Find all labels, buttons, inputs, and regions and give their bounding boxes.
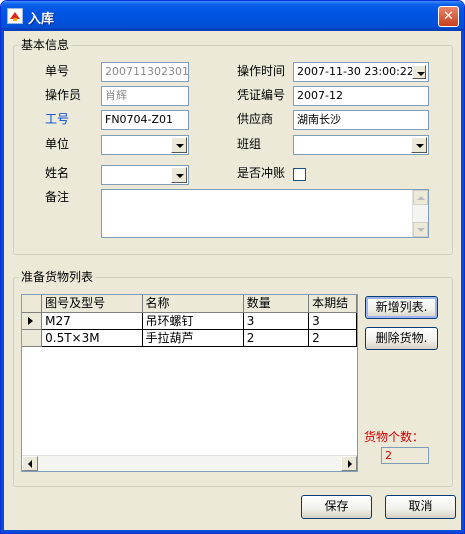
arrow-right-icon [348,460,352,468]
table-cell[interactable]: 手拉葫芦 [142,329,244,347]
stock-in-window: 入库 ✕ 基本信息 单号 2007113023019 操作员 肖辉 工号 FN0… [0,0,465,534]
goods-grid-hscrollbar[interactable] [22,455,357,471]
remark-scrollbar[interactable] [412,190,428,237]
operator-label: 操作员 [45,88,82,102]
table-row[interactable]: 0.5T×3M 手拉葫芦 2 2 [22,329,357,347]
scroll-left-button[interactable] [22,456,38,471]
op-time-picker[interactable]: 2007-11-30 23:00:22 [293,62,429,82]
team-dropdown[interactable] [293,135,429,155]
basic-info-title: 基本信息 [19,38,72,52]
table-cell[interactable]: 0.5T×3M [41,329,143,347]
employee-no-label: 工号 [45,112,70,126]
column-header[interactable]: 图号及型号 [41,295,143,313]
arrow-down-icon [417,228,425,232]
close-button[interactable]: ✕ [438,6,459,27]
scroll-right-button[interactable] [341,456,357,471]
team-label: 班组 [237,137,262,151]
voucher-no-label: 凭证编号 [237,88,286,102]
reversal-label: 是否冲账 [237,166,286,180]
voucher-no-field[interactable]: 2007-12 [293,86,429,106]
cancel-button[interactable]: 取消 [385,495,456,519]
table-cell[interactable]: 2 [243,329,310,347]
table-cell[interactable]: 2 [308,329,357,347]
add-list-button[interactable]: 新增列表. [365,296,438,319]
remark-label: 备注 [45,190,70,204]
row-indicator[interactable] [22,312,43,330]
column-header[interactable]: 名称 [142,295,244,313]
name-label: 姓名 [45,166,70,180]
chevron-down-icon[interactable] [411,137,427,153]
window-title: 入库 [28,12,55,27]
reversal-checkbox[interactable] [293,168,306,181]
scroll-up-button[interactable] [413,190,428,205]
title-bar[interactable]: 入库 ✕ [1,1,464,31]
chevron-down-icon[interactable] [171,167,187,183]
scroll-down-button[interactable] [413,222,428,237]
table-row[interactable]: M27 吊环螺钉 3 3 [22,312,357,330]
goods-table: 图号及型号 名称 数量 本期结 M27 吊环螺钉 3 3 0.5T×3M 手拉葫… [22,295,357,347]
table-cell[interactable]: 3 [243,312,310,330]
goods-count-label: 货物个数： [364,430,425,444]
chevron-down-icon[interactable] [171,137,187,153]
window-frame-bottom [1,530,464,533]
app-icon [7,8,23,24]
unit-dropdown[interactable] [101,135,189,155]
name-dropdown[interactable] [101,165,189,185]
op-time-label: 操作时间 [237,64,286,78]
arrow-left-icon [28,460,32,468]
goods-grid[interactable]: 图号及型号 名称 数量 本期结 M27 吊环螺钉 3 3 0.5T×3M 手拉葫… [21,294,358,472]
goods-count-value: 2 [381,447,429,464]
chevron-down-icon[interactable] [412,65,426,79]
supplier-label: 供应商 [237,112,274,126]
table-header-row: 图号及型号 名称 数量 本期结 [22,295,357,313]
current-row-icon [28,316,33,325]
window-frame-left [1,31,4,533]
save-button[interactable]: 保存 [301,495,372,519]
table-cell[interactable]: M27 [41,312,143,330]
op-time-value: 2007-11-30 23:00:22 [297,65,414,78]
employee-no-field[interactable]: FN0704-Z01 [101,110,189,130]
doc-no-label: 单号 [45,64,70,78]
operator-field[interactable]: 肖辉 [101,86,189,106]
unit-label: 单位 [45,137,70,151]
column-header[interactable]: 数量 [243,295,310,313]
supplier-field[interactable]: 湖南长沙 [293,110,429,130]
column-header[interactable]: 本期结 [308,295,357,313]
arrow-up-icon [417,196,425,200]
table-cell[interactable]: 3 [308,312,357,330]
window-frame-right [461,31,464,533]
goods-list-title: 准备货物列表 [19,270,96,284]
doc-no-field[interactable]: 2007113023019 [101,62,189,82]
table-cell[interactable]: 吊环螺钉 [142,312,244,330]
remark-textarea[interactable] [101,189,429,238]
row-indicator[interactable] [22,329,43,347]
header-corner [22,295,43,313]
delete-goods-button[interactable]: 删除货物. [365,327,438,350]
